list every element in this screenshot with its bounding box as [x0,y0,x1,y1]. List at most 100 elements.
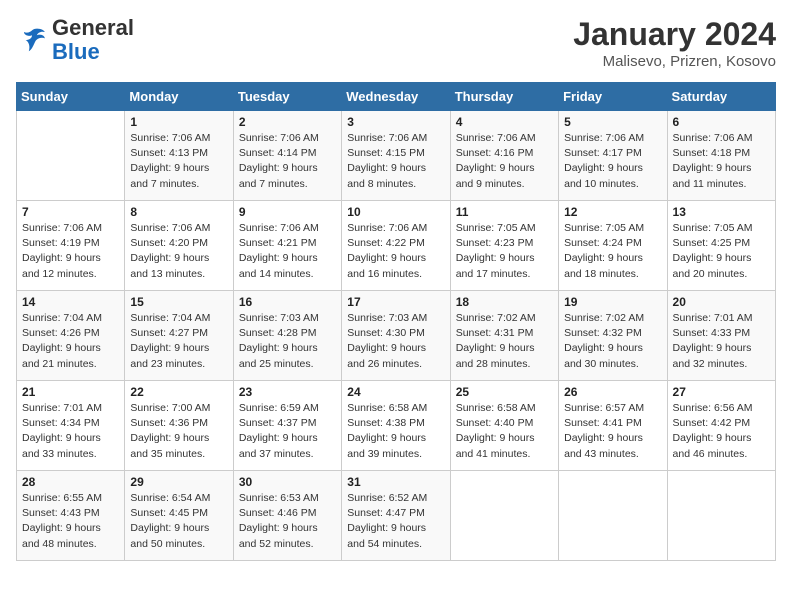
day-cell: 16 Sunrise: 7:03 AM Sunset: 4:28 PM Dayli… [233,291,341,381]
header-thursday: Thursday [450,83,558,111]
day-cell: 3 Sunrise: 7:06 AM Sunset: 4:15 PM Daylig… [342,111,450,201]
week-row-3: 21 Sunrise: 7:01 AM Sunset: 4:34 PM Dayli… [17,381,776,471]
day-number: 7 [22,205,119,219]
logo-text: GeneralBlue [52,16,134,64]
day-info: Sunrise: 7:06 AM Sunset: 4:21 PM Dayligh… [239,221,336,282]
day-cell: 26Sunrise: 6:57 AM Sunset: 4:41 PM Dayli… [559,381,667,471]
day-number: 22 [130,385,227,399]
day-cell: 5 Sunrise: 7:06 AM Sunset: 4:17 PM Daylig… [559,111,667,201]
day-info: Sunrise: 7:04 AM Sunset: 4:26 PM Dayligh… [22,311,119,372]
day-number: 3 [347,115,444,129]
day-cell: 10Sunrise: 7:06 AM Sunset: 4:22 PM Dayli… [342,201,450,291]
day-number: 9 [239,205,336,219]
day-number: 18 [456,295,553,309]
day-cell: 9 Sunrise: 7:06 AM Sunset: 4:21 PM Daylig… [233,201,341,291]
day-info: Sunrise: 7:06 AM Sunset: 4:14 PM Dayligh… [239,131,336,192]
day-cell: 20 Sunrise: 7:01 AM Sunset: 4:33 PM Dayli… [667,291,775,381]
day-number: 15 [130,295,227,309]
header-friday: Friday [559,83,667,111]
day-cell: 8 Sunrise: 7:06 AM Sunset: 4:20 PM Daylig… [125,201,233,291]
header-tuesday: Tuesday [233,83,341,111]
day-info: Sunrise: 7:01 AM Sunset: 4:34 PM Dayligh… [22,401,119,462]
day-info: Sunrise: 7:05 AM Sunset: 4:24 PM Dayligh… [564,221,661,282]
week-row-1: 7 Sunrise: 7:06 AM Sunset: 4:19 PM Daylig… [17,201,776,291]
day-cell: 14 Sunrise: 7:04 AM Sunset: 4:26 PM Dayli… [17,291,125,381]
day-cell: 31 Sunrise: 6:52 AM Sunset: 4:47 PM Dayli… [342,471,450,561]
day-number: 20 [673,295,770,309]
day-info: Sunrise: 6:53 AM Sunset: 4:46 PM Dayligh… [239,491,336,552]
day-info: Sunrise: 7:02 AM Sunset: 4:32 PM Dayligh… [564,311,661,372]
logo: GeneralBlue [16,16,134,64]
day-info: Sunrise: 7:06 AM Sunset: 4:13 PM Dayligh… [130,131,227,192]
title-block: January 2024 Malisevo, Prizren, Kosovo [573,16,776,70]
header-sunday: Sunday [17,83,125,111]
day-number: 17 [347,295,444,309]
day-info: Sunrise: 7:02 AM Sunset: 4:31 PM Dayligh… [456,311,553,372]
day-cell: 6Sunrise: 7:06 AM Sunset: 4:18 PM Daylig… [667,111,775,201]
day-info: Sunrise: 6:52 AM Sunset: 4:47 PM Dayligh… [347,491,444,552]
day-number: 8 [130,205,227,219]
day-number: 28 [22,475,119,489]
day-cell: 15 Sunrise: 7:04 AM Sunset: 4:27 PM Dayli… [125,291,233,381]
day-info: Sunrise: 7:06 AM Sunset: 4:18 PM Dayligh… [673,131,770,192]
day-info: Sunrise: 6:56 AM Sunset: 4:42 PM Dayligh… [673,401,770,462]
day-number: 16 [239,295,336,309]
day-info: Sunrise: 6:55 AM Sunset: 4:43 PM Dayligh… [22,491,119,552]
day-number: 31 [347,475,444,489]
header-monday: Monday [125,83,233,111]
day-info: Sunrise: 7:06 AM Sunset: 4:19 PM Dayligh… [22,221,119,282]
day-info: Sunrise: 7:00 AM Sunset: 4:36 PM Dayligh… [130,401,227,462]
calendar-table: SundayMondayTuesdayWednesdayThursdayFrid… [16,82,776,561]
day-cell: 23Sunrise: 6:59 AM Sunset: 4:37 PM Dayli… [233,381,341,471]
day-cell: 1 Sunrise: 7:06 AM Sunset: 4:13 PM Daylig… [125,111,233,201]
day-cell: 18 Sunrise: 7:02 AM Sunset: 4:31 PM Dayli… [450,291,558,381]
day-cell [450,471,558,561]
calendar-header-row: SundayMondayTuesdayWednesdayThursdayFrid… [17,83,776,111]
day-info: Sunrise: 7:06 AM Sunset: 4:17 PM Dayligh… [564,131,661,192]
day-cell: 29 Sunrise: 6:54 AM Sunset: 4:45 PM Dayli… [125,471,233,561]
calendar-title: January 2024 [573,16,776,53]
day-info: Sunrise: 7:06 AM Sunset: 4:15 PM Dayligh… [347,131,444,192]
day-cell: 17 Sunrise: 7:03 AM Sunset: 4:30 PM Dayli… [342,291,450,381]
day-info: Sunrise: 7:03 AM Sunset: 4:30 PM Dayligh… [347,311,444,372]
day-number: 13 [673,205,770,219]
day-number: 14 [22,295,119,309]
day-cell: 27Sunrise: 6:56 AM Sunset: 4:42 PM Dayli… [667,381,775,471]
day-info: Sunrise: 7:03 AM Sunset: 4:28 PM Dayligh… [239,311,336,372]
day-info: Sunrise: 7:04 AM Sunset: 4:27 PM Dayligh… [130,311,227,372]
logo-icon [16,24,48,56]
day-info: Sunrise: 6:54 AM Sunset: 4:45 PM Dayligh… [130,491,227,552]
day-cell: 24Sunrise: 6:58 AM Sunset: 4:38 PM Dayli… [342,381,450,471]
day-cell: 28 Sunrise: 6:55 AM Sunset: 4:43 PM Dayli… [17,471,125,561]
day-number: 19 [564,295,661,309]
day-number: 2 [239,115,336,129]
day-info: Sunrise: 7:05 AM Sunset: 4:25 PM Dayligh… [673,221,770,282]
day-cell: 11 Sunrise: 7:05 AM Sunset: 4:23 PM Dayli… [450,201,558,291]
day-cell: 4Sunrise: 7:06 AM Sunset: 4:16 PM Daylig… [450,111,558,201]
day-cell: 22 Sunrise: 7:00 AM Sunset: 4:36 PM Dayli… [125,381,233,471]
day-cell: 12 Sunrise: 7:05 AM Sunset: 4:24 PM Dayli… [559,201,667,291]
page-header: GeneralBlue January 2024 Malisevo, Prizr… [16,16,776,70]
day-number: 21 [22,385,119,399]
header-wednesday: Wednesday [342,83,450,111]
week-row-4: 28 Sunrise: 6:55 AM Sunset: 4:43 PM Dayli… [17,471,776,561]
week-row-2: 14 Sunrise: 7:04 AM Sunset: 4:26 PM Dayli… [17,291,776,381]
header-saturday: Saturday [667,83,775,111]
day-cell [559,471,667,561]
day-info: Sunrise: 7:05 AM Sunset: 4:23 PM Dayligh… [456,221,553,282]
day-number: 24 [347,385,444,399]
day-info: Sunrise: 7:06 AM Sunset: 4:22 PM Dayligh… [347,221,444,282]
day-number: 30 [239,475,336,489]
day-number: 4 [456,115,553,129]
day-cell: 7 Sunrise: 7:06 AM Sunset: 4:19 PM Daylig… [17,201,125,291]
day-info: Sunrise: 7:01 AM Sunset: 4:33 PM Dayligh… [673,311,770,372]
day-cell: 19 Sunrise: 7:02 AM Sunset: 4:32 PM Dayli… [559,291,667,381]
day-cell: 25Sunrise: 6:58 AM Sunset: 4:40 PM Dayli… [450,381,558,471]
day-info: Sunrise: 6:58 AM Sunset: 4:40 PM Dayligh… [456,401,553,462]
day-number: 5 [564,115,661,129]
day-number: 29 [130,475,227,489]
day-number: 12 [564,205,661,219]
day-number: 1 [130,115,227,129]
day-number: 11 [456,205,553,219]
day-info: Sunrise: 7:06 AM Sunset: 4:20 PM Dayligh… [130,221,227,282]
